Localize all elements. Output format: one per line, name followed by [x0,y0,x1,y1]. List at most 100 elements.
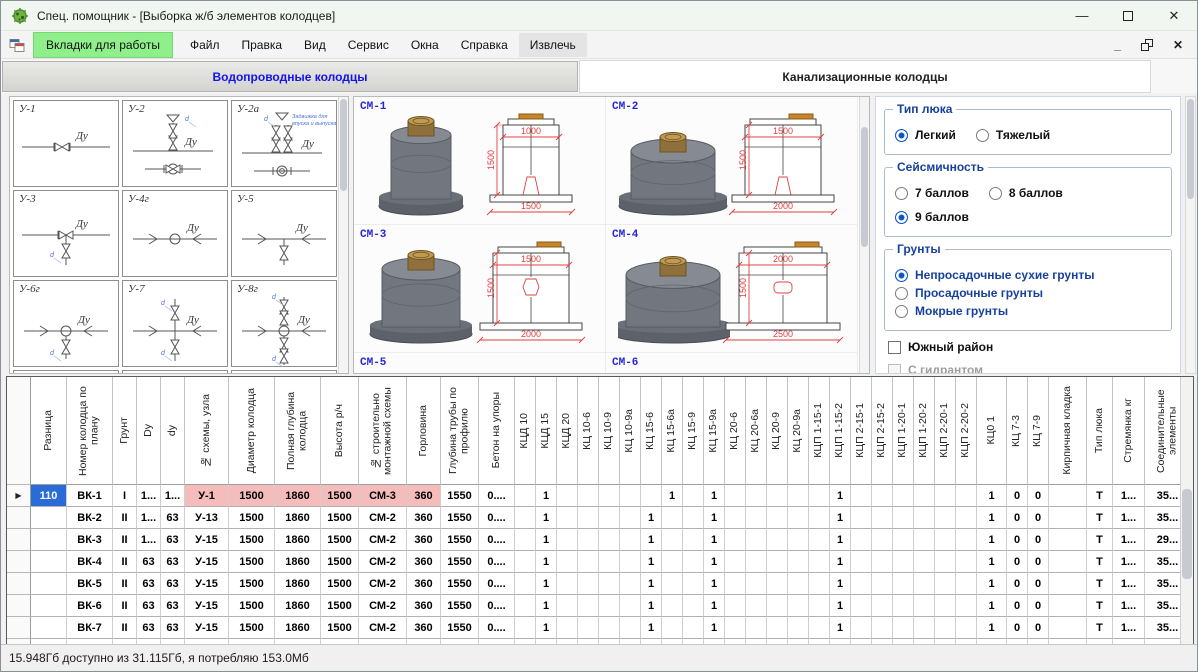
table-cell[interactable]: 1500 [321,507,359,529]
table-cell[interactable] [956,507,977,529]
menu-item-2[interactable]: Правка [230,33,293,57]
column-header[interactable]: Высота р/ч [321,377,359,485]
table-cell[interactable] [914,529,935,551]
table-cell[interactable] [662,595,683,617]
table-cell[interactable]: 0.... [479,595,515,617]
column-header[interactable]: КЦ 10-9а [620,377,641,485]
table-cell[interactable]: 1... [1113,617,1145,639]
table-cell[interactable] [914,551,935,573]
table-cell[interactable]: 1550 [441,529,479,551]
column-header[interactable]: КЦ 10-6 [578,377,599,485]
table-cell[interactable] [935,573,956,595]
menu-item-tabs-for-work[interactable]: Вкладки для работы [33,32,173,58]
table-cell[interactable] [578,551,599,573]
table-cell[interactable] [662,573,683,595]
column-header[interactable]: Бетон на упоры [479,377,515,485]
column-header[interactable]: № строительно монтажной схемы [359,377,407,485]
table-cell[interactable] [914,573,935,595]
menu-item-1[interactable]: Файл [179,33,231,57]
table-cell[interactable]: 1 [977,507,1007,529]
table-cell[interactable] [557,485,578,507]
table-cell[interactable] [683,595,704,617]
table-cell[interactable] [851,507,872,529]
table-cell[interactable] [809,573,830,595]
table-scrollbar[interactable] [1180,377,1193,644]
table-cell[interactable]: 63 [161,617,185,639]
table-cell[interactable] [893,573,914,595]
table-cell[interactable] [1049,551,1087,573]
table-cell[interactable]: 1500 [229,507,275,529]
table-cell[interactable]: 0 [1028,485,1049,507]
table-cell[interactable] [725,551,746,573]
table-cell[interactable] [914,617,935,639]
column-header[interactable]: Стремянка кг [1113,377,1145,485]
table-cell[interactable]: 1 [536,551,557,573]
table-cell[interactable]: 1500 [229,617,275,639]
table-cell[interactable]: 1 [977,595,1007,617]
table-cell[interactable]: 360 [407,529,441,551]
table-cell[interactable]: 360 [407,507,441,529]
mdi-restore-icon[interactable] [1141,39,1153,51]
table-cell[interactable] [599,529,620,551]
maximize-icon[interactable] [1105,1,1151,30]
table-cell[interactable]: 1... [1113,551,1145,573]
table-cell[interactable]: 1... [137,507,161,529]
table-cell[interactable] [935,507,956,529]
table-cell[interactable] [809,617,830,639]
column-header[interactable]: Горловина [407,377,441,485]
table-cell[interactable]: 1 [704,551,725,573]
radio-icon[interactable] [895,211,908,224]
table-cell[interactable] [746,551,767,573]
table-cell[interactable]: 1860 [275,573,321,595]
table-cell[interactable] [683,573,704,595]
table-cell[interactable]: 0 [1007,617,1028,639]
table-cell[interactable] [620,551,641,573]
well-cell-СМ-4[interactable]: СМ-4 2000 1500 2500 [606,225,858,353]
table-cell[interactable]: II [113,595,137,617]
table-cell[interactable]: 1 [662,485,683,507]
table-cell[interactable]: II [113,573,137,595]
table-cell[interactable]: 1860 [275,485,321,507]
table-cell[interactable]: 1... [161,485,185,507]
table-cell[interactable] [578,485,599,507]
radio-icon[interactable] [895,129,908,142]
table-cell[interactable]: 1500 [321,485,359,507]
table-cell[interactable]: 1 [536,617,557,639]
table-cell[interactable]: Т [1087,617,1113,639]
table-cell[interactable]: 0 [1007,573,1028,595]
table-cell[interactable] [557,551,578,573]
table-cell[interactable]: 1 [704,507,725,529]
table-cell[interactable] [578,573,599,595]
table-cell[interactable]: 1 [536,573,557,595]
table-cell[interactable]: 1... [137,529,161,551]
radio-option[interactable]: 7 баллов [895,186,969,200]
table-cell[interactable]: 1550 [441,617,479,639]
table-cell[interactable] [683,529,704,551]
table-cell[interactable]: 1 [977,573,1007,595]
table-cell[interactable] [1049,485,1087,507]
table-cell[interactable]: 1500 [229,485,275,507]
radio-icon[interactable] [895,287,908,300]
table-cell[interactable]: СМ-3 [359,485,407,507]
well-panel-scrollbar[interactable] [859,97,869,373]
radio-icon[interactable] [895,187,908,200]
table-cell[interactable]: ВК-1 [67,485,113,507]
radio-option[interactable]: Тяжелый [976,128,1050,142]
table-cell[interactable] [851,617,872,639]
table-cell[interactable] [683,617,704,639]
radio-option[interactable]: 8 баллов [989,186,1063,200]
table-cell[interactable] [935,617,956,639]
table-cell[interactable] [31,595,67,617]
table-cell[interactable] [1049,595,1087,617]
table-cell[interactable] [809,485,830,507]
table-cell[interactable] [515,529,536,551]
table-cell[interactable] [620,485,641,507]
table-cell[interactable]: 0 [1028,507,1049,529]
table-cell[interactable]: 1500 [321,595,359,617]
row-selector[interactable] [7,595,31,617]
table-cell[interactable] [515,485,536,507]
table-cell[interactable] [746,573,767,595]
table-cell[interactable]: 1 [977,617,1007,639]
well-cell-СМ-2[interactable]: СМ-2 1500 1500 2000 [606,97,858,225]
column-header[interactable]: Глубина трубы по профилю [441,377,479,485]
